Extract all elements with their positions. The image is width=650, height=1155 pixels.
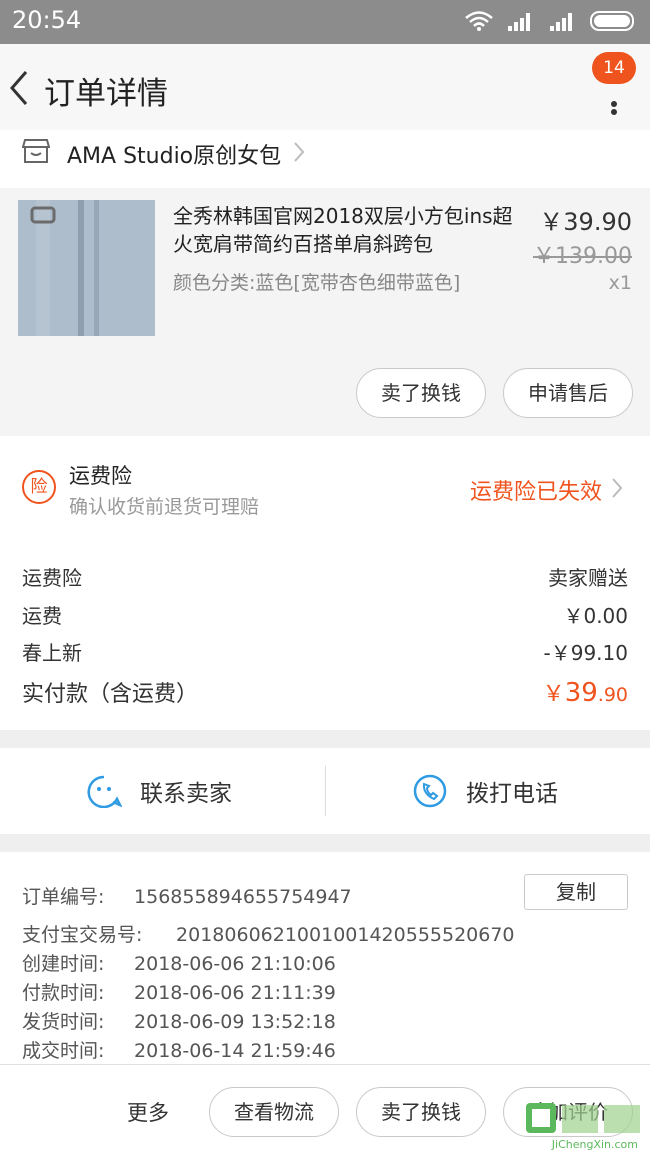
shop-name[interactable]: AMA Studio原创女包: [67, 138, 281, 170]
cost-label: 运费: [22, 604, 62, 628]
shop-row[interactable]: AMA Studio原创女包: [0, 130, 650, 188]
info-row-alipay: 支付宝交易号: 2018060621001001420555520670: [22, 920, 515, 947]
status-time: 20:54: [12, 6, 82, 34]
info-value: 156855894655754947: [134, 886, 352, 908]
info-label: 发货时间:: [22, 1011, 105, 1033]
total-currency: ￥: [542, 682, 565, 707]
info-value: 2018-06-06 21:10:06: [134, 953, 336, 975]
cost-value: -￥99.10: [543, 641, 628, 665]
call-label: 拨打电话: [466, 781, 558, 807]
info-value: 2018-06-09 13:52:18: [134, 1011, 336, 1033]
insurance-icon: 险: [22, 470, 56, 504]
insurance-title: 运费险: [69, 464, 132, 488]
info-label: 成交时间:: [22, 1040, 105, 1062]
info-label: 付款时间:: [22, 982, 105, 1004]
cost-row: 运费 ￥0.00: [22, 600, 628, 629]
contact-seller-label: 联系卖家: [140, 781, 232, 807]
insurance-status[interactable]: 运费险已失效: [470, 474, 602, 506]
sell-button-bottom[interactable]: 卖了换钱: [356, 1087, 486, 1137]
contact-bar: 联系卖家 拨打电话: [0, 748, 650, 834]
total-decimal: .90: [597, 684, 628, 706]
order-item: 全秀林韩国官网2018双层小方包ins超火宽肩带简约百搭单肩斜跨包 颜色分类:蓝…: [0, 188, 650, 436]
info-value: 2018-06-14 21:59:46: [134, 1040, 336, 1062]
shop-icon: [22, 139, 50, 163]
call-button[interactable]: 拨打电话: [412, 774, 558, 808]
product-name[interactable]: 全秀林韩国官网2018双层小方包ins超火宽肩带简约百搭单肩斜跨包: [173, 202, 518, 258]
view-logistics-button[interactable]: 查看物流: [209, 1087, 339, 1137]
cost-value: 卖家赠送: [548, 566, 628, 590]
cost-value: ￥0.00: [563, 604, 628, 628]
insurance-subtitle: 确认收货前退货可理赔: [69, 496, 260, 518]
info-value: 2018060621001001420555520670: [176, 924, 515, 946]
chat-face-icon: [87, 775, 122, 808]
page-title: 订单详情: [44, 76, 168, 112]
info-row-shipped: 发货时间: 2018-06-09 13:52:18: [22, 1007, 336, 1034]
back-arrow-icon[interactable]: [6, 68, 34, 108]
aftersale-button[interactable]: 申请售后: [503, 368, 633, 418]
watermark-text: JiChengXin.com: [551, 1138, 638, 1151]
wifi-icon: [465, 11, 493, 31]
contact-seller-button[interactable]: 联系卖家: [86, 774, 232, 808]
notification-badge: 14: [592, 52, 636, 84]
divider: [325, 766, 326, 816]
info-label: 订单编号:: [22, 886, 105, 908]
chevron-right-icon: [294, 142, 305, 162]
total-label: 实付款（含运费）: [22, 682, 199, 707]
info-row-created: 创建时间: 2018-06-06 21:10:06: [22, 949, 336, 976]
status-bar: 20:54: [0, 0, 650, 44]
phone-icon: [413, 774, 447, 808]
shipping-insurance[interactable]: 险 运费险 确认收货前退货可理赔 运费险已失效: [0, 436, 650, 520]
product-thumbnail[interactable]: [18, 200, 155, 336]
cost-label: 运费险: [22, 566, 82, 590]
product-price: ￥39.90: [539, 208, 632, 236]
info-row-completed: 成交时间: 2018-06-14 21:59:46: [22, 1036, 336, 1063]
info-row-order-number: 订单编号: 156855894655754947: [22, 882, 352, 909]
product-spec: 颜色分类:蓝色[宽带杏色细带蓝色]: [173, 272, 461, 294]
product-quantity: x1: [608, 272, 632, 294]
cost-summary: 运费险 卖家赠送 运费 ￥0.00 春上新 -￥99.10 实付款（含运费） ￥…: [0, 520, 650, 730]
info-label: 创建时间:: [22, 953, 105, 975]
info-label: 支付宝交易号:: [22, 924, 143, 946]
cost-label: 春上新: [22, 641, 82, 665]
app-header: 订单详情 14: [0, 44, 650, 130]
sell-button[interactable]: 卖了换钱: [356, 368, 486, 418]
battery-icon: [590, 11, 634, 31]
total-amount: ￥39.90: [543, 676, 628, 708]
copy-button[interactable]: 复制: [524, 874, 628, 910]
signal-icon-2: [550, 13, 572, 31]
signal-icon: [508, 13, 530, 31]
more-button[interactable]: 更多: [127, 1097, 169, 1127]
chevron-right-icon: [612, 478, 623, 498]
info-row-paid: 付款时间: 2018-06-06 21:11:39: [22, 978, 336, 1005]
original-price: ￥139.00: [533, 244, 632, 269]
total-row: 实付款（含运费） ￥39.90: [22, 676, 628, 708]
info-value: 2018-06-06 21:11:39: [134, 982, 336, 1004]
cost-row: 春上新 -￥99.10: [22, 637, 628, 666]
cost-row: 运费险 卖家赠送: [22, 562, 628, 591]
order-info: 订单编号: 156855894655754947 复制 支付宝交易号: 2018…: [0, 852, 650, 1064]
bag-image-icon: [18, 200, 155, 336]
total-integer: 39: [564, 678, 598, 708]
status-icons: [464, 10, 638, 32]
